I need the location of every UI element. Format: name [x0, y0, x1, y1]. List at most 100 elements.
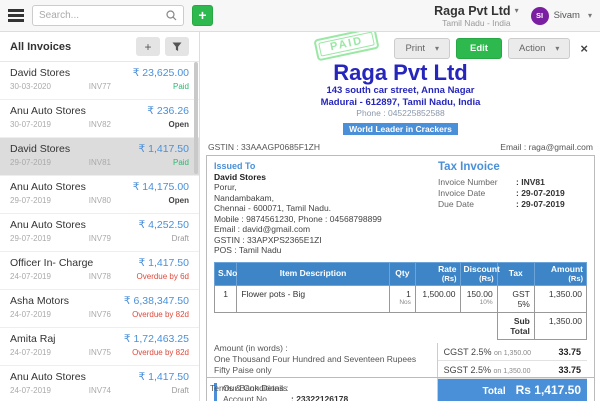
invoice-status: Paid — [173, 82, 189, 91]
invoice-document: Issued To David Stores Porur, Nandambaka… — [206, 155, 595, 401]
invoice-number: INV80 — [89, 196, 169, 205]
invoice-date: 24-07-2019 — [10, 386, 89, 395]
item-discount: 150.0010% — [460, 285, 497, 312]
customer-contact: Mobile : 9874561230, Phone : 04568798899 — [214, 214, 430, 225]
menu-icon[interactable] — [8, 7, 24, 25]
search-input[interactable] — [39, 10, 166, 21]
invoice-number: INV78 — [89, 272, 137, 281]
sidebar-add-button[interactable]: + — [136, 37, 160, 56]
invoice-list-item[interactable]: Anu Auto Stores₹ 14,175.00 29-07-2019INV… — [0, 176, 199, 214]
customer-address: Nandambakam, — [214, 193, 430, 204]
customer-address: Porur, — [214, 182, 430, 193]
item-tax: GST 5% — [497, 285, 534, 312]
avatar[interactable]: SI — [531, 7, 549, 25]
chevron-down-icon: ▾ — [515, 6, 519, 15]
invoice-number: INV82 — [89, 120, 169, 129]
invoice-number-label: Invoice Number — [438, 177, 516, 188]
invoice-date: 24-07-2019 — [10, 310, 89, 319]
invoice-date-label: Invoice Date — [438, 188, 516, 199]
invoice-customer: Asha Motors — [10, 295, 69, 307]
paid-stamp: PAID — [313, 32, 380, 61]
company-name: Raga Pvt Ltd — [201, 60, 600, 85]
sidebar-scrollbar[interactable] — [194, 62, 198, 174]
item-rate: 1,500.00 — [415, 285, 460, 312]
invoice-amount: ₹ 1,417.50 — [139, 143, 189, 155]
edit-button[interactable]: Edit — [456, 38, 502, 59]
invoice-amount: ₹ 6,38,347.50 — [124, 295, 189, 307]
company-address-line2: Madurai - 612897, Tamil Nadu, India — [201, 97, 600, 109]
invoice-status: Overdue by 82d — [132, 310, 189, 319]
company-gstin: GSTIN : 33AAAGP0685F1ZH — [208, 142, 320, 152]
invoice-customer: Amita Raj — [10, 333, 56, 345]
invoice-amount: ₹ 236.26 — [147, 105, 189, 117]
invoice-amount: ₹ 4,252.50 — [139, 219, 189, 231]
invoice-customer: Anu Auto Stores — [10, 371, 86, 383]
invoice-amount: ₹ 1,417.50 — [139, 371, 189, 383]
organization-switcher[interactable]: Raga Pvt Ltd ▾ Tamil Nadu - India — [434, 4, 518, 28]
invoice-customer: Officer In- Charge — [10, 257, 93, 269]
invoice-number: INV79 — [89, 234, 172, 243]
search-box[interactable] — [32, 5, 184, 26]
invoice-list-item[interactable]: Asha Motors ₹ 6,38,347.50 24-07-2019INV76… — [0, 290, 199, 328]
invoice-date: 29-07-2019 — [10, 234, 89, 243]
item-amount: 1,350.00 — [534, 285, 586, 312]
sgst-label: SGST 2.5% — [444, 365, 491, 375]
subtotal-label: Sub Total — [497, 312, 534, 339]
invoice-list-item-selected[interactable]: David Stores₹ 1,417.50 29-07-2019INV81Pa… — [0, 138, 199, 176]
organization-location: Tamil Nadu - India — [434, 18, 518, 28]
invoice-customer: David Stores — [10, 67, 70, 79]
tax-invoice-section: Tax Invoice Invoice Number: INV81 Invoic… — [430, 161, 587, 256]
customer-address: Chennai - 600071, Tamil Nadu. — [214, 203, 430, 214]
invoice-amount: ₹ 1,72,463.25 — [124, 333, 189, 345]
amount-words-label: Amount (in words) : — [214, 343, 431, 354]
invoice-date: 24-07-2019 — [10, 272, 89, 281]
invoice-amount: ₹ 1,417.50 — [139, 257, 189, 269]
close-icon[interactable]: × — [580, 41, 588, 56]
invoice-status: Paid — [173, 158, 189, 167]
invoice-date: 29-07-2019 — [10, 196, 89, 205]
invoice-customer: David Stores — [10, 143, 70, 155]
customer-pos: POS : Tamil Nadu — [214, 245, 430, 256]
new-invoice-button[interactable]: + — [192, 5, 213, 26]
invoice-date: 30-03-2020 — [10, 82, 89, 91]
invoice-detail-panel: PAID Print▾ Edit Action▾ × Raga Pvt Ltd … — [201, 32, 600, 401]
invoice-list-item[interactable]: Anu Auto Stores₹ 4,252.50 29-07-2019INV7… — [0, 214, 199, 252]
amount-words: One Thousand Four Hundred and Seventeen … — [214, 354, 431, 376]
top-bar: + Raga Pvt Ltd ▾ Tamil Nadu - India SI S… — [0, 0, 600, 32]
filter-button[interactable] — [165, 37, 189, 56]
invoice-list-item[interactable]: Anu Auto Stores₹ 236.26 30-07-2019INV82O… — [0, 100, 199, 138]
invoice-list-item[interactable]: Officer In- Charge ₹ 1,417.50 24-07-2019I… — [0, 252, 199, 290]
table-header-row: S.No Item Description Qty Rate(Rs) Disco… — [215, 262, 587, 285]
invoice-amount: ₹ 14,175.00 — [133, 181, 189, 193]
invoice-list-item[interactable]: David Stores ₹ 23,625.00 30-03-2020INV77P… — [0, 62, 199, 100]
chevron-down-icon: ▾ — [435, 44, 439, 53]
invoice-date: 29-07-2019 — [10, 158, 89, 167]
invoice-date: 24-07-2019 — [10, 348, 89, 357]
invoice-list: David Stores₹ 23,625.00 30-03-2020INV77P… — [0, 62, 199, 401]
invoice-number: INV76 — [89, 310, 132, 319]
sidebar-header: All Invoices + — [0, 32, 199, 62]
invoice-sidebar: All Invoices + David Stores ₹ 23,625.00 3… — [0, 32, 200, 401]
invoice-number: INV77 — [89, 82, 173, 91]
action-button[interactable]: Action▾ — [508, 38, 570, 59]
due-date-value: : 29-07-2019 — [516, 199, 565, 210]
print-button[interactable]: Print▾ — [394, 38, 450, 59]
invoice-amount: ₹ 23,625.00 — [133, 67, 189, 79]
invoice-number: INV75 — [89, 348, 132, 357]
customer-name: David Stores — [214, 172, 430, 183]
invoice-status: Draft — [172, 234, 189, 243]
invoice-date-value: : 29-07-2019 — [516, 188, 565, 199]
invoice-customer: Anu Auto Stores — [10, 105, 86, 117]
invoice-status: Overdue by 6d — [137, 272, 189, 281]
table-row: 1 Flower pots - Big 1Nos 1,500.00 150.00… — [215, 285, 587, 312]
invoice-list-item[interactable]: Anu Auto Stores ₹ 1,417.50 24-07-2019INV7… — [0, 366, 199, 401]
user-name: Sivam — [554, 10, 580, 21]
issued-to-section: Issued To David Stores Porur, Nandambaka… — [214, 161, 430, 256]
invoice-number: INV74 — [89, 386, 172, 395]
company-email: Email : raga@gmail.com — [500, 142, 593, 152]
invoice-list-item[interactable]: Amita Raj₹ 1,72,463.25 24-07-2019INV75Ov… — [0, 328, 199, 366]
user-menu-chevron-icon[interactable]: ▾ — [588, 11, 592, 20]
organization-name: Raga Pvt Ltd — [434, 4, 510, 18]
company-address-line1: 143 south car street, Anna Nagar — [201, 85, 600, 97]
item-sno: 1 — [215, 285, 237, 312]
